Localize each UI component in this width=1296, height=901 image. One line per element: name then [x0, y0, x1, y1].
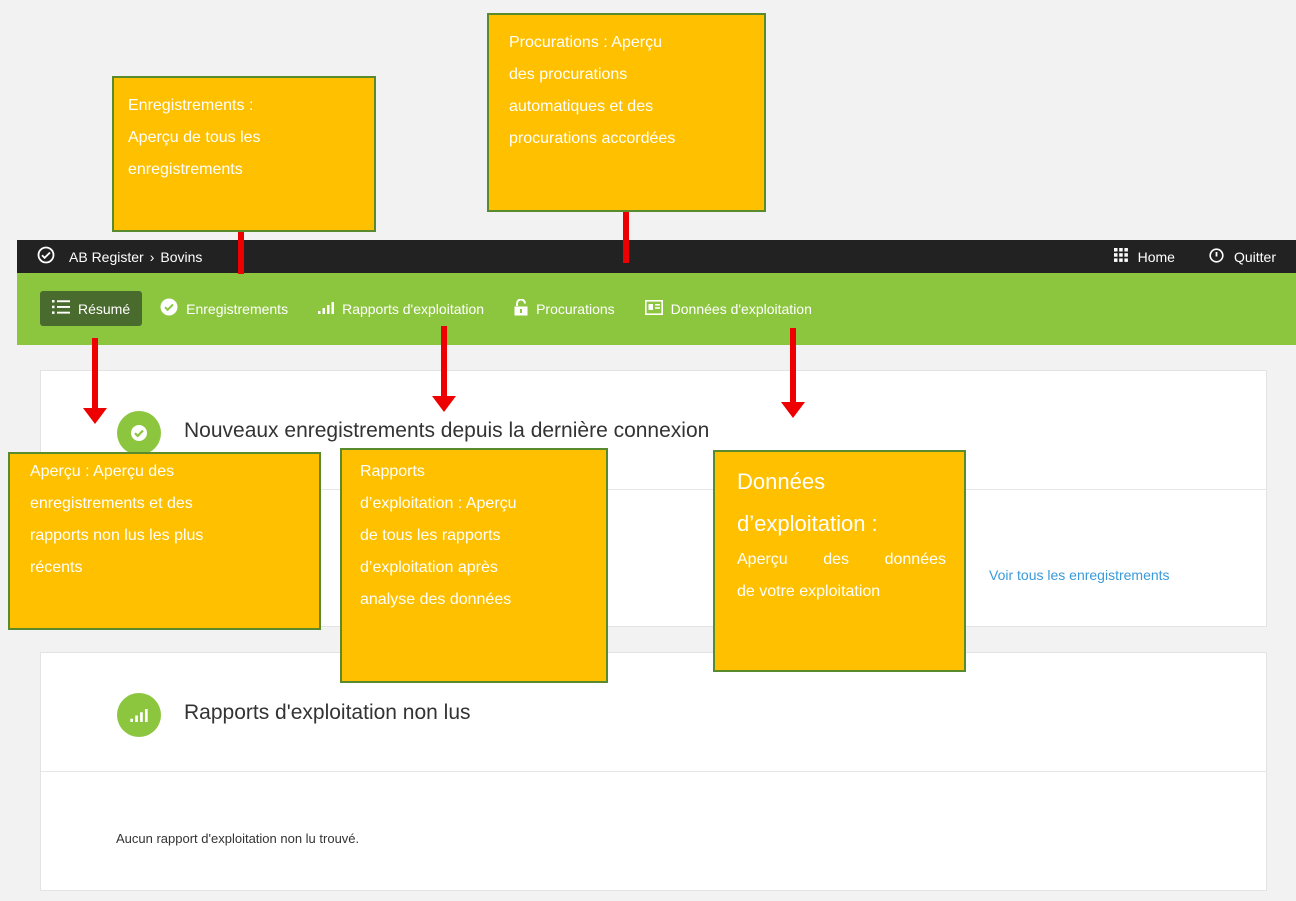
tab-resume[interactable]: Résumé: [40, 291, 143, 326]
callout-line: rapports non lus les plus: [30, 527, 204, 544]
callout-line: d’exploitation : Aperçu: [360, 495, 517, 512]
breadcrumb-section[interactable]: Bovins: [160, 249, 202, 265]
callout-enregistrements: Enregistrements : Aperçu de tous les enr…: [112, 76, 376, 232]
tab-label: Résumé: [78, 300, 131, 317]
callout-line: d’exploitation après: [360, 559, 498, 576]
grid-icon: [1113, 248, 1128, 265]
tab-label: Données d'exploitation: [670, 300, 812, 317]
arrow-shaft: [92, 338, 98, 410]
lock-icon: [514, 298, 528, 319]
connector-line: [238, 230, 244, 274]
callout-line: Aperçu des données: [737, 551, 946, 568]
callout-line: Aperçu de tous les: [128, 129, 261, 146]
tab-label: Procurations: [536, 300, 615, 317]
tab-label: Enregistrements: [186, 300, 289, 317]
callout-line: enregistrements: [128, 161, 243, 178]
callout-line: automatiques et des: [509, 98, 654, 115]
breadcrumb: AB Register › Bovins: [69, 249, 202, 265]
app-brand: AB Register › Bovins: [37, 240, 202, 273]
callout-procurations: Procurations : Aperçu des procurations a…: [487, 13, 766, 212]
check-circle-icon: [37, 246, 55, 267]
quit-label: Quitter: [1233, 248, 1276, 265]
breadcrumb-separator: ›: [149, 248, 155, 265]
arrow-down-icon: [781, 402, 805, 418]
callout-line: récents: [30, 559, 83, 576]
callout-line: Procurations : Aperçu: [509, 34, 662, 51]
panel-title: Rapports d'exploitation non lus: [184, 701, 471, 724]
view-all-records-link[interactable]: Voir tous les enregistrements: [989, 567, 1170, 583]
tab-enregistrements[interactable]: Enregistrements: [148, 291, 300, 326]
callout-line: Aperçu : Aperçu des: [30, 463, 175, 480]
callout-line: d’exploitation :: [737, 511, 878, 536]
tab-donnees[interactable]: Données d'exploitation: [633, 291, 824, 326]
list-icon: [52, 300, 70, 317]
arrow-shaft: [441, 326, 447, 398]
id-card-icon: [644, 299, 663, 318]
unread-reports-panel: Rapports d'exploitation non lus Aucun ra…: [40, 652, 1267, 891]
home-label: Home: [1137, 248, 1175, 265]
home-button[interactable]: Home: [1113, 248, 1175, 265]
callout-line: enregistrements et des: [30, 495, 193, 512]
callout-line: de votre exploitation: [737, 583, 881, 600]
tab-label: Rapports d'exploitation: [342, 300, 485, 317]
check-circle-icon: [117, 411, 161, 455]
top-bar: AB Register › Bovins Home Quitter: [17, 240, 1296, 273]
empty-message: Aucun rapport d'exploitation non lu trou…: [116, 831, 360, 846]
arrow-down-icon: [83, 408, 107, 424]
callout-title: Données: [737, 469, 826, 494]
panel-title: Nouveaux enregistrements depuis la derni…: [184, 419, 710, 442]
callout-apercu: Aperçu : Aperçu des enregistrements et d…: [8, 452, 321, 630]
main-nav: Résumé Enregistrements Rapports d'exploi…: [17, 273, 1296, 345]
callout-donnees: Données d’exploitation : Aperçu des donn…: [713, 450, 966, 672]
tab-rapports[interactable]: Rapports d'exploitation: [306, 291, 496, 326]
callout-line: procurations accordées: [509, 130, 676, 147]
callout-line: de tous les rapports: [360, 527, 501, 544]
callout-line: des procurations: [509, 66, 628, 83]
panel-header: Rapports d'exploitation non lus: [41, 653, 1266, 772]
callout-line: analyse des données: [360, 591, 512, 608]
arrow-down-icon: [432, 396, 456, 412]
tab-procurations[interactable]: Procurations: [502, 291, 627, 326]
signal-bars-icon: [117, 693, 161, 737]
callout-line: Rapports: [360, 463, 425, 480]
arrow-shaft: [790, 328, 796, 404]
connector-line: [623, 211, 629, 263]
quit-button[interactable]: Quitter: [1209, 247, 1276, 266]
check-circle-icon: [160, 298, 178, 319]
power-icon: [1209, 247, 1224, 266]
callout-line: Enregistrements :: [128, 97, 254, 114]
callout-rapports: Rapports d’exploitation : Aperçu de tous…: [340, 448, 608, 683]
signal-bars-icon: [318, 301, 335, 317]
breadcrumb-app[interactable]: AB Register: [69, 249, 144, 265]
